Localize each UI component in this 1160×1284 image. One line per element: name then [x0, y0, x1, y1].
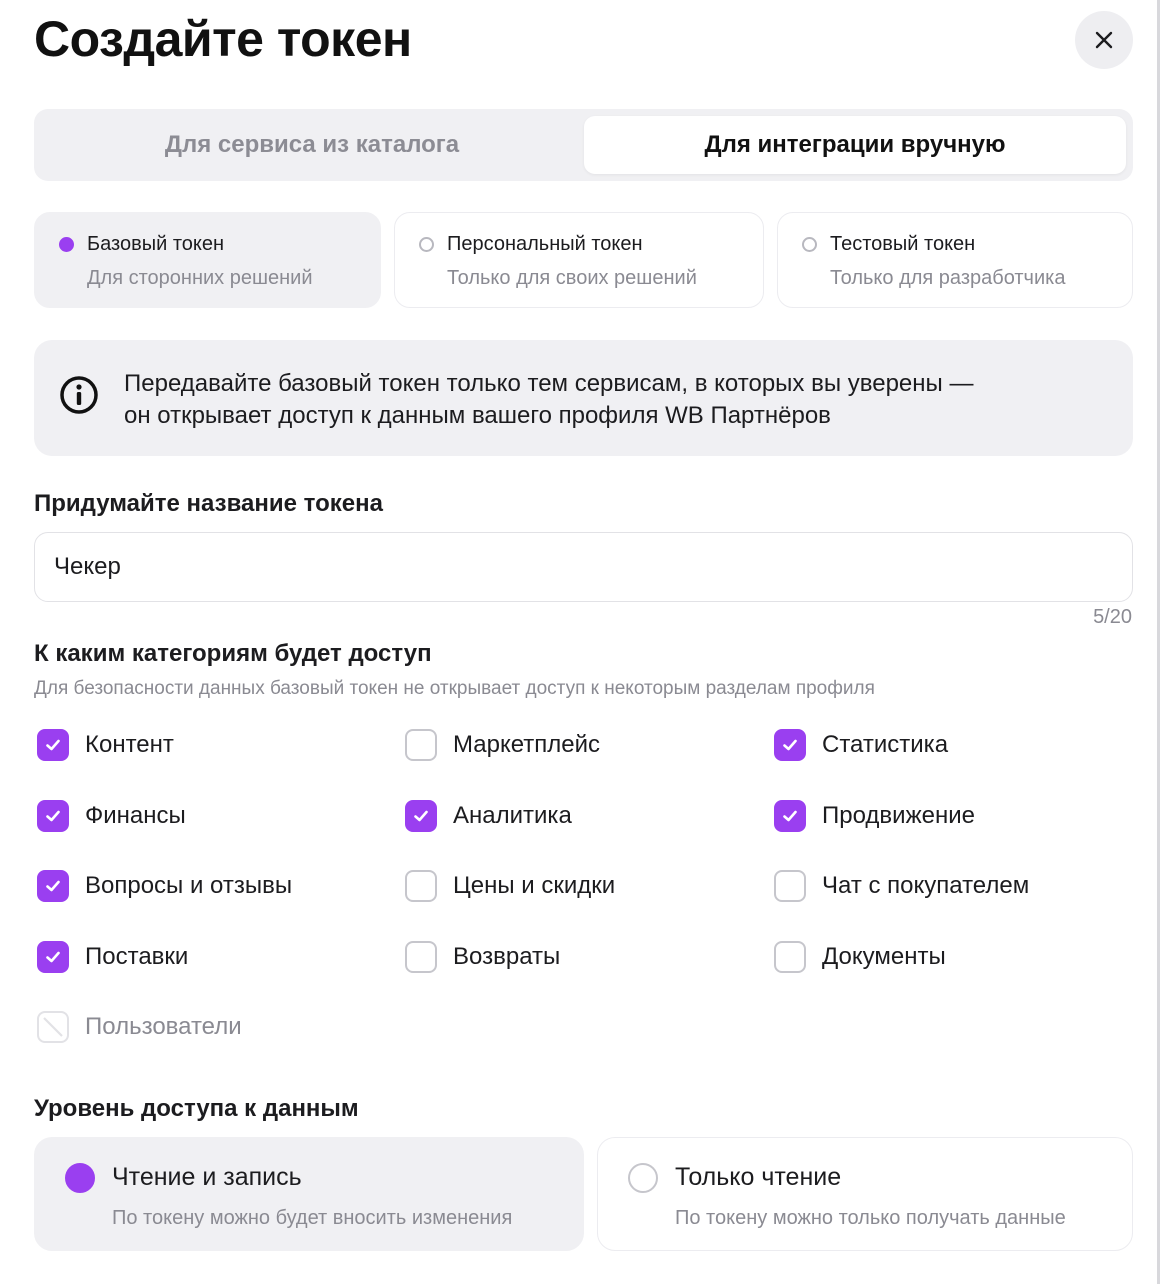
token-name-label: Придумайте название токена [34, 490, 383, 517]
token-type-title: Тестовый токен [830, 233, 976, 255]
access-option-subtitle: По токену можно только получать данные [675, 1207, 1066, 1229]
token-type-test[interactable]: Тестовый токен Только для разработчика [777, 212, 1133, 308]
token-name-input[interactable] [34, 532, 1133, 602]
access-level-label: Уровень доступа к данным [34, 1095, 359, 1122]
category-label: Поставки [85, 943, 189, 970]
category-checkbox[interactable]: Маркетплейс [405, 729, 600, 761]
access-option-title: Только чтение [675, 1163, 842, 1191]
category-checkbox: Пользователи [37, 1011, 242, 1043]
info-line: Передавайте базовый токен только тем сер… [124, 370, 974, 397]
tab-manual-integration[interactable]: Для интеграции вручную [584, 116, 1126, 174]
category-label: Документы [822, 943, 946, 970]
radio-dot-icon [59, 237, 74, 252]
token-type-subtitle: Только для своих решений [447, 267, 697, 289]
access-read-only-option[interactable]: Только чтение По токену можно только пол… [597, 1137, 1133, 1251]
checkmark-icon [37, 800, 69, 832]
checkbox-box [405, 729, 437, 761]
checkbox-box [774, 941, 806, 973]
category-checkbox[interactable]: Возвраты [405, 941, 560, 973]
category-checkbox[interactable]: Цены и скидки [405, 870, 615, 902]
token-type-personal[interactable]: Персональный токен Только для своих реше… [394, 212, 764, 308]
dialog-title: Создайте токен [34, 11, 412, 67]
close-icon [1095, 31, 1113, 49]
token-type-subtitle: Только для разработчика [830, 267, 1066, 289]
category-checkbox[interactable]: Статистика [774, 729, 948, 761]
checkbox-box [774, 870, 806, 902]
category-checkbox[interactable]: Контент [37, 729, 174, 761]
category-label: Возвраты [453, 943, 561, 970]
checkbox-box [405, 870, 437, 902]
radio-dot-icon [628, 1163, 658, 1193]
token-type-title: Персональный токен [447, 233, 643, 255]
category-checkbox[interactable]: Финансы [37, 800, 186, 832]
token-type-basic[interactable]: Базовый токен Для сторонних решений [34, 212, 381, 308]
radio-dot-icon [419, 237, 434, 252]
category-label: Финансы [85, 802, 186, 829]
access-option-title: Чтение и запись [112, 1163, 302, 1191]
token-type-title: Базовый токен [87, 233, 225, 255]
category-checkbox[interactable]: Аналитика [405, 800, 572, 832]
checkmark-icon [37, 870, 69, 902]
categories-label: К каким категориям будет доступ [34, 640, 432, 667]
category-checkbox[interactable]: Вопросы и отзывы [37, 870, 292, 902]
category-checkbox[interactable]: Чат с покупателем [774, 870, 1029, 902]
checkmark-icon [37, 729, 69, 761]
category-label: Статистика [822, 731, 949, 758]
checkmark-icon [37, 941, 69, 973]
access-read-write-option[interactable]: Чтение и запись По токену можно будет вн… [34, 1137, 584, 1251]
category-label: Цены и скидки [453, 872, 616, 899]
checkmark-icon [774, 800, 806, 832]
categories-hint: Для безопасности данных базовый токен не… [34, 678, 875, 699]
tab-catalog-service[interactable]: Для сервиса из каталога [41, 116, 583, 174]
radio-dot-icon [65, 1163, 95, 1193]
checkbox-box [405, 941, 437, 973]
char-counter: 5/20 [1093, 606, 1132, 628]
info-icon [60, 376, 98, 414]
checkmark-icon [405, 800, 437, 832]
close-button[interactable] [1075, 11, 1133, 69]
category-label: Маркетплейс [453, 731, 601, 758]
category-checkbox[interactable]: Документы [774, 941, 946, 973]
category-label: Аналитика [453, 802, 572, 829]
category-checkbox[interactable]: Продвижение [774, 800, 975, 832]
access-option-subtitle: По токену можно будет вносить изменения [112, 1207, 513, 1229]
info-text: Передавайте базовый токен только тем сер… [124, 368, 1084, 432]
category-label: Пользователи [85, 1013, 242, 1040]
category-label: Вопросы и отзывы [85, 872, 293, 899]
radio-dot-icon [802, 237, 817, 252]
category-label: Продвижение [822, 802, 975, 829]
category-label: Чат с покупателем [822, 872, 1030, 899]
category-label: Контент [85, 731, 174, 758]
disabled-box-icon [37, 1011, 69, 1043]
integration-tabs: Для сервиса из каталога Для интеграции в… [34, 109, 1133, 181]
info-line: он открывает доступ к данным вашего проф… [124, 402, 831, 429]
checkmark-icon [774, 729, 806, 761]
info-notice: Передавайте базовый токен только тем сер… [34, 340, 1133, 456]
token-type-subtitle: Для сторонних решений [87, 267, 313, 289]
category-checkbox[interactable]: Поставки [37, 941, 188, 973]
